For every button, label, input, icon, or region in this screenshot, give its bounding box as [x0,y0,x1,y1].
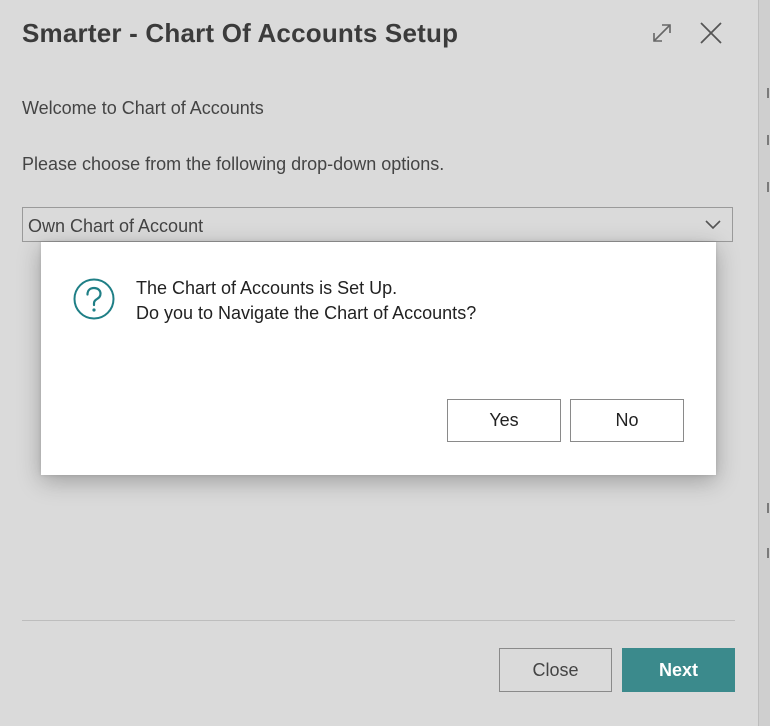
next-button[interactable]: Next [622,648,735,692]
chart-of-accounts-dropdown[interactable]: Own Chart of Account [22,207,733,242]
dialog-message-line1: The Chart of Accounts is Set Up. [136,278,398,298]
edge-mark [767,503,769,513]
edge-mark [767,548,769,558]
edge-mark [767,88,769,98]
yes-button[interactable]: Yes [447,399,561,442]
welcome-text: Welcome to Chart of Accounts [22,98,264,118]
footer-divider [22,620,735,621]
close-icon[interactable] [696,18,726,48]
edge-mark [767,182,769,192]
background-page-edge [758,0,770,726]
edge-mark [767,135,769,145]
expand-icon[interactable] [647,18,677,48]
dialog-message-line2: Do you to Navigate the Chart of Accounts… [136,303,477,323]
chevron-down-icon [704,218,722,236]
confirm-dialog: The Chart of Accounts is Set Up. Do you … [41,242,716,475]
instruction-text: Please choose from the following drop-do… [22,154,445,174]
no-button[interactable]: No [570,399,684,442]
close-button[interactable]: Close [499,648,612,692]
page-title: Smarter - Chart Of Accounts Setup [22,18,459,48]
dropdown-selected-value: Own Chart of Account [28,216,204,236]
question-icon [72,277,116,321]
